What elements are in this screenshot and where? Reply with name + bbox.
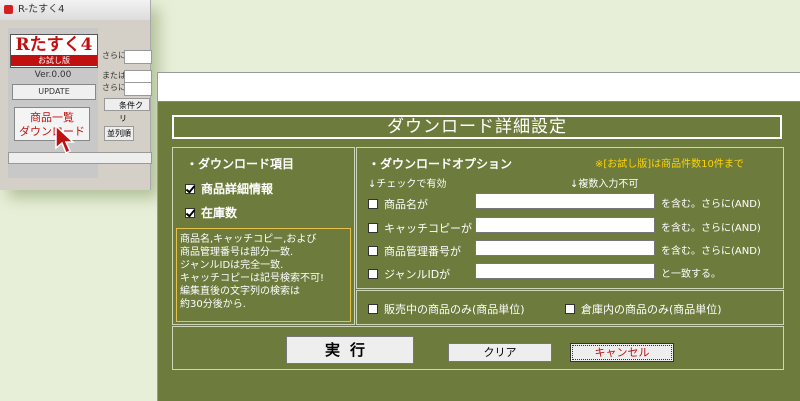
check-enable-hint: ↓チェックで有効 [368, 179, 447, 190]
clear-button[interactable]: クリア [448, 343, 552, 362]
catch-copy-input[interactable] [475, 217, 655, 233]
download-settings-dialog: ダウンロード詳細設定 ・ダウンロード項目 商品詳細情報 在庫数 商品名,キャッチ… [157, 72, 800, 401]
execute-button[interactable]: 実行 [286, 336, 414, 364]
catch-copy-label: キャッチコピーが [384, 222, 472, 235]
background-field-1[interactable] [124, 50, 152, 64]
item-product-details[interactable]: 商品詳細情報 [185, 180, 273, 197]
download-items-title: ・ダウンロード項目 [186, 157, 295, 171]
search-info-note: 商品名,キャッチコピー,および 商品管理番号は部分一致. ジャンルIDは完全一致… [176, 228, 351, 322]
condition-label-3: さらに [102, 83, 126, 92]
catch-copy-suffix: を含む。さらに(AND) [661, 223, 761, 234]
genre-id-label: ジャンルIDが [384, 268, 451, 281]
dialog-topbar [158, 73, 800, 102]
product-name-checkbox[interactable] [368, 199, 378, 209]
condition-clear-button[interactable]: 条件クリ [104, 98, 150, 123]
background-app-title: R-たすく4 [18, 4, 65, 15]
trial-limit-note: ※[お試し版]は商品件数10件まで [595, 159, 744, 170]
stock-count-label: 在庫数 [201, 206, 238, 220]
option-genre-id[interactable]: ジャンルIDが [368, 266, 450, 282]
in-warehouse-only-label: 倉庫内の商品のみ(商品単位) [581, 303, 722, 316]
product-name-suffix: を含む。さらに(AND) [661, 199, 761, 210]
download-options-title: ・ダウンロードオプション [368, 157, 513, 171]
sort-order-button[interactable]: 並列順 [104, 126, 134, 141]
in-warehouse-only-checkbox[interactable] [565, 304, 575, 314]
genre-id-checkbox[interactable] [368, 269, 378, 279]
condition-label-1: さらに [102, 51, 126, 60]
product-code-checkbox[interactable] [368, 246, 378, 256]
stock-count-checkbox[interactable] [185, 207, 195, 218]
on-sale-only-label: 販売中の商品のみ(商品単位) [384, 303, 525, 316]
product-code-label: 商品管理番号が [384, 245, 461, 258]
background-field-3[interactable] [124, 82, 152, 96]
option-product-name[interactable]: 商品名が [368, 196, 428, 212]
item-stock-count[interactable]: 在庫数 [185, 204, 237, 221]
genre-id-input[interactable] [475, 263, 655, 279]
option-catch-copy[interactable]: キャッチコピーが [368, 220, 472, 236]
on-sale-only-checkbox[interactable] [368, 304, 378, 314]
background-status-bar [8, 152, 152, 164]
catch-copy-checkbox[interactable] [368, 223, 378, 233]
dialog-title: ダウンロード詳細設定 [172, 115, 782, 139]
mouse-cursor-icon [55, 124, 75, 155]
condition-label-2: または [102, 71, 126, 80]
option-product-code[interactable]: 商品管理番号が [368, 243, 461, 259]
product-name-input[interactable] [475, 193, 655, 209]
logo-main-text: Rたすく4 [15, 35, 93, 55]
cancel-button[interactable]: キャンセル [570, 343, 674, 362]
logo-sub-text: お試し版 [11, 55, 97, 66]
version-label: Ver.0.00 [34, 70, 72, 80]
genre-id-suffix: と一致する。 [661, 269, 721, 280]
product-details-checkbox[interactable] [185, 183, 195, 194]
multi-input-hint: ↓複数入力不可 [570, 179, 639, 190]
product-name-label: 商品名が [384, 198, 428, 211]
product-code-suffix: を含む。さらに(AND) [661, 246, 761, 257]
filter-in-warehouse-only[interactable]: 倉庫内の商品のみ(商品単位) [565, 301, 722, 317]
filter-on-sale-only[interactable]: 販売中の商品のみ(商品単位) [368, 301, 525, 317]
product-details-label: 商品詳細情報 [201, 182, 274, 196]
background-condition-labels: さらに または さらに [102, 50, 126, 94]
product-code-input[interactable] [475, 240, 655, 256]
update-button[interactable]: UPDATE [12, 84, 96, 100]
app-logo: Rたすく4 お試し版 [10, 34, 98, 68]
background-titlebar: R-たすく4 [0, 0, 150, 20]
background-app-window: R-たすく4 Rたすく4 お試し版 Ver.0.00 UPDATE 商品一覧 ダ… [0, 0, 152, 190]
app-icon [4, 5, 13, 14]
product-list-download-button[interactable]: 商品一覧 ダウンロード [14, 107, 90, 141]
